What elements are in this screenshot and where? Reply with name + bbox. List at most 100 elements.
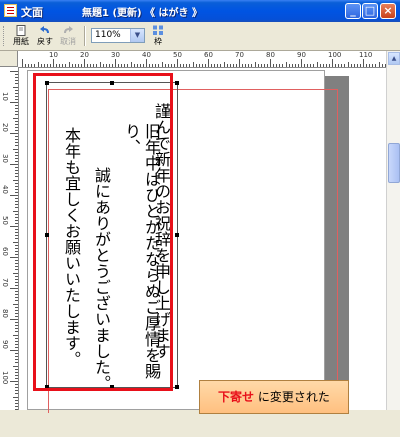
redo-button[interactable]: 取消: [57, 25, 79, 47]
ruler-tick: [111, 64, 113, 67]
ruler-number: 80: [266, 51, 275, 59]
ruler-tick: [164, 64, 166, 67]
resize-handle[interactable]: [175, 385, 179, 389]
ruler-tick: [15, 182, 18, 184]
ruler-tick: [15, 399, 18, 401]
ruler-tick: [263, 64, 265, 67]
paper-button[interactable]: 用紙: [10, 25, 32, 47]
ruler-tick: [316, 62, 318, 67]
ruler-tick: [189, 64, 191, 67]
ruler-tick: [115, 59, 116, 67]
ruler-tick: [226, 64, 228, 67]
ruler-tick: [198, 64, 200, 67]
ruler-tick: [173, 64, 175, 67]
ruler-tick: [10, 319, 18, 320]
horizontal-ruler: 10 20 30 40 50 60 70 80 90 100 110: [18, 51, 386, 68]
ruler-tick: [15, 160, 18, 162]
ruler-tick: [15, 92, 18, 94]
ruler-tick: [356, 64, 358, 67]
ruler-tick: [304, 64, 306, 67]
ruler-tick: [15, 291, 18, 293]
ruler-tick: [332, 59, 333, 67]
undo-button[interactable]: 戻す: [35, 25, 55, 47]
ruler-tick: [136, 64, 138, 67]
ruler-tick: [15, 191, 18, 193]
zoom-select[interactable]: 110% ▼: [91, 28, 145, 43]
ruler-tick: [49, 64, 51, 67]
ruler-tick: [15, 167, 18, 169]
resize-handle[interactable]: [175, 81, 179, 85]
ruler-tick: [102, 64, 104, 67]
ruler-tick: [99, 62, 101, 67]
app-icon[interactable]: [4, 4, 17, 17]
ruler-tick: [248, 64, 250, 67]
scrollbar-thumb[interactable]: [388, 143, 400, 183]
ruler-number: 70: [1, 278, 9, 287]
ruler-tick: [15, 278, 18, 280]
ruler-tick: [43, 64, 45, 67]
ruler-tick: [15, 368, 18, 370]
ruler-tick: [15, 151, 18, 153]
frame-button[interactable]: 枠: [150, 25, 166, 47]
ruler-tick: [10, 102, 18, 103]
editing-canvas[interactable]: 謹んで新年のお祝辞を申し上げます 旧年中はひとかたならぬご厚情を賜り、 誠にあり…: [19, 68, 386, 414]
ruler-tick: [170, 64, 172, 67]
ruler-tick: [294, 64, 296, 67]
ruler-tick: [344, 64, 346, 67]
redo-arrow-icon: [64, 26, 73, 33]
ruler-tick: [328, 64, 330, 67]
redo-label: 取消: [60, 37, 76, 46]
ruler-tick: [15, 253, 18, 255]
undo-arrow-icon: [40, 26, 49, 33]
ruler-tick: [201, 64, 203, 67]
ruler-tick: [10, 257, 18, 258]
ruler-tick: [59, 64, 61, 67]
ruler-tick: [369, 64, 371, 67]
title-bar[interactable]: 文面 無題1 (更新) 《 はがき 》 _ □ ×: [0, 0, 400, 22]
ruler-tick: [15, 387, 18, 389]
ruler-tick: [13, 396, 18, 398]
ruler-tick: [257, 64, 259, 67]
ruler-tick: [15, 89, 18, 91]
ruler-tick: [15, 325, 18, 327]
ruler-tick: [65, 64, 67, 67]
close-button[interactable]: ×: [380, 3, 396, 19]
ruler-tick: [291, 64, 293, 67]
ruler-tick: [378, 62, 380, 67]
ruler-tick: [15, 129, 18, 131]
paper-label: 用紙: [13, 37, 29, 46]
ruler-tick: [279, 64, 281, 67]
ruler-tick: [10, 288, 18, 289]
toolbar-grip[interactable]: [3, 26, 7, 46]
chevron-down-icon[interactable]: ▼: [130, 29, 144, 42]
ruler-tick: [15, 120, 18, 122]
callout-text: に変更された: [257, 390, 330, 404]
ruler-tick: [15, 114, 18, 116]
ruler-tick: [177, 59, 178, 67]
ruler-tick: [15, 297, 18, 299]
ruler-tick: [15, 77, 18, 79]
ruler-tick: [204, 64, 206, 67]
ruler-tick: [15, 275, 18, 277]
vertical-scrollbar[interactable]: ▲: [386, 51, 400, 410]
ruler-tick: [375, 64, 377, 67]
ruler-tick: [127, 64, 129, 67]
ruler-tick: [34, 64, 36, 67]
ruler-tick: [223, 62, 225, 67]
ruler-tick: [15, 222, 18, 224]
ruler-tick: [297, 64, 299, 67]
ruler-number: 50: [173, 51, 182, 59]
ruler-tick: [10, 350, 18, 351]
scroll-up-arrow-icon[interactable]: ▲: [388, 52, 400, 65]
ruler-number: 90: [1, 340, 9, 349]
minimize-button[interactable]: _: [345, 3, 361, 19]
ruler-tick: [87, 64, 89, 67]
ruler-tick: [254, 62, 256, 67]
resize-handle[interactable]: [175, 233, 179, 237]
ruler-tick: [319, 64, 321, 67]
ruler-tick: [84, 59, 85, 67]
ruler-tick: [10, 195, 18, 196]
maximize-button[interactable]: □: [362, 3, 378, 19]
ruler-number: 40: [142, 51, 151, 59]
vertical-ruler: 10 20 30 40 50 60 70 80 90 100: [0, 67, 19, 410]
